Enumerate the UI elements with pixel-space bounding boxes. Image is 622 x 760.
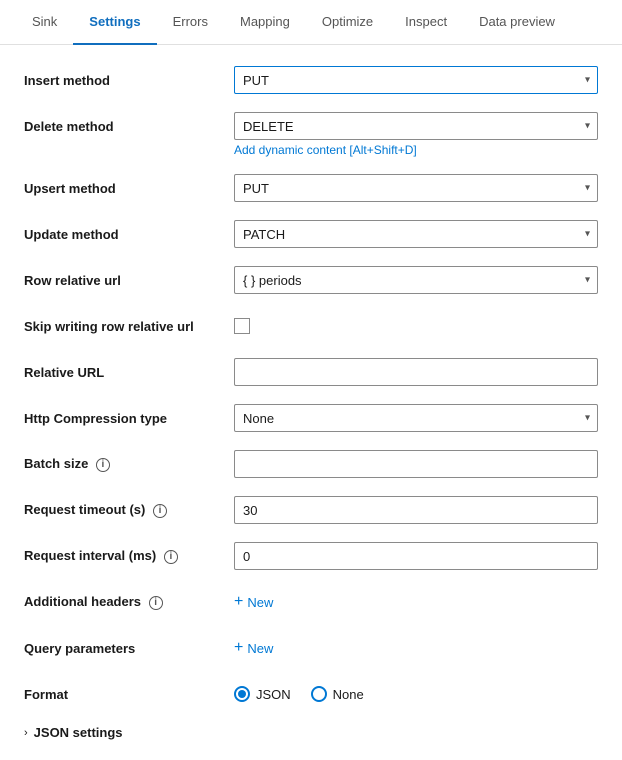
dynamic-content-link-container: Add dynamic content [Alt+Shift+D] xyxy=(24,143,598,157)
query-parameters-control: + New xyxy=(234,640,598,656)
request-interval-label: Request interval (ms) i xyxy=(24,548,234,564)
update-method-label: Update method xyxy=(24,227,234,242)
request-timeout-info-icon[interactable]: i xyxy=(153,504,167,518)
settings-content: Insert method PUT POST PATCH DELETE ▾ De… xyxy=(0,45,622,760)
format-json-radio[interactable] xyxy=(234,686,250,702)
request-timeout-input[interactable] xyxy=(234,496,598,524)
format-none-label: None xyxy=(333,687,364,702)
http-compression-control: None GZip Deflate ▾ xyxy=(234,404,598,432)
request-timeout-label: Request timeout (s) i xyxy=(24,502,234,518)
http-compression-label: Http Compression type xyxy=(24,411,234,426)
row-relative-url-label: Row relative url xyxy=(24,273,234,288)
format-none-option[interactable]: None xyxy=(311,686,364,702)
tab-errors[interactable]: Errors xyxy=(157,0,224,45)
skip-writing-control xyxy=(234,318,598,335)
tab-sink[interactable]: Sink xyxy=(16,0,73,45)
additional-headers-info-icon[interactable]: i xyxy=(149,596,163,610)
batch-size-input[interactable] xyxy=(234,450,598,478)
delete-method-control: DELETE PUT POST PATCH ▾ xyxy=(234,112,598,140)
http-compression-select[interactable]: None GZip Deflate xyxy=(234,404,598,432)
insert-method-control: PUT POST PATCH DELETE ▾ xyxy=(234,66,598,94)
skip-writing-label: Skip writing row relative url xyxy=(24,319,234,334)
format-radio-group: JSON None xyxy=(234,686,598,702)
query-parameters-label: Query parameters xyxy=(24,641,234,656)
json-settings-accordion[interactable]: › JSON settings xyxy=(24,725,598,740)
batch-size-label: Batch size i xyxy=(24,456,234,472)
row-relative-url-select-wrapper: { } periods None Custom ▾ xyxy=(234,266,598,294)
relative-url-row: Relative URL xyxy=(24,357,598,387)
json-settings-label: JSON settings xyxy=(34,725,123,740)
skip-writing-row: Skip writing row relative url xyxy=(24,311,598,341)
request-interval-row: Request interval (ms) i xyxy=(24,541,598,571)
upsert-method-select[interactable]: PUT POST PATCH DELETE xyxy=(234,174,598,202)
query-parameters-row: Query parameters + New xyxy=(24,633,598,663)
delete-method-row: Delete method DELETE PUT POST PATCH ▾ Ad… xyxy=(24,111,598,157)
additional-headers-row: Additional headers i + New xyxy=(24,587,598,617)
insert-method-select[interactable]: PUT POST PATCH DELETE xyxy=(234,66,598,94)
query-parameters-plus-icon: + xyxy=(234,640,243,656)
delete-method-select[interactable]: DELETE PUT POST PATCH xyxy=(234,112,598,140)
http-compression-select-wrapper: None GZip Deflate ▾ xyxy=(234,404,598,432)
query-parameters-add-button[interactable]: + New xyxy=(234,640,273,656)
delete-method-select-wrapper: DELETE PUT POST PATCH ▾ xyxy=(234,112,598,140)
tab-optimize[interactable]: Optimize xyxy=(306,0,389,45)
upsert-method-label: Upsert method xyxy=(24,181,234,196)
additional-headers-plus-icon: + xyxy=(234,594,243,610)
row-relative-url-control: { } periods None Custom ▾ xyxy=(234,266,598,294)
additional-headers-control: + New xyxy=(234,594,598,610)
upsert-method-select-wrapper: PUT POST PATCH DELETE ▾ xyxy=(234,174,598,202)
relative-url-control xyxy=(234,358,598,386)
format-row: Format JSON None xyxy=(24,679,598,709)
row-relative-url-row: Row relative url { } periods None Custom… xyxy=(24,265,598,295)
relative-url-input[interactable] xyxy=(234,358,598,386)
request-timeout-control xyxy=(234,496,598,524)
relative-url-label: Relative URL xyxy=(24,365,234,380)
format-none-radio[interactable] xyxy=(311,686,327,702)
delete-method-field-row: Delete method DELETE PUT POST PATCH ▾ xyxy=(24,111,598,141)
tab-settings[interactable]: Settings xyxy=(73,0,156,45)
insert-method-label: Insert method xyxy=(24,73,234,88)
row-relative-url-select[interactable]: { } periods None Custom xyxy=(234,266,598,294)
format-json-option[interactable]: JSON xyxy=(234,686,291,702)
upsert-method-control: PUT POST PATCH DELETE ▾ xyxy=(234,174,598,202)
request-interval-control xyxy=(234,542,598,570)
dynamic-content-link[interactable]: Add dynamic content [Alt+Shift+D] xyxy=(234,143,598,157)
insert-method-row: Insert method PUT POST PATCH DELETE ▾ xyxy=(24,65,598,95)
upsert-method-row: Upsert method PUT POST PATCH DELETE ▾ xyxy=(24,173,598,203)
insert-method-select-wrapper: PUT POST PATCH DELETE ▾ xyxy=(234,66,598,94)
request-interval-info-icon[interactable]: i xyxy=(164,550,178,564)
batch-size-info-icon[interactable]: i xyxy=(96,458,110,472)
tab-inspect[interactable]: Inspect xyxy=(389,0,463,45)
format-json-label: JSON xyxy=(256,687,291,702)
tab-mapping[interactable]: Mapping xyxy=(224,0,306,45)
request-timeout-row: Request timeout (s) i xyxy=(24,495,598,525)
update-method-row: Update method PATCH PUT POST DELETE ▾ xyxy=(24,219,598,249)
additional-headers-label: Additional headers i xyxy=(24,594,234,610)
update-method-control: PATCH PUT POST DELETE ▾ xyxy=(234,220,598,248)
skip-writing-checkbox[interactable] xyxy=(234,318,250,334)
delete-method-label: Delete method xyxy=(24,119,234,134)
json-settings-arrow-icon: › xyxy=(24,727,28,739)
tab-data-preview[interactable]: Data preview xyxy=(463,0,571,45)
update-method-select[interactable]: PATCH PUT POST DELETE xyxy=(234,220,598,248)
format-label: Format xyxy=(24,687,234,702)
http-compression-row: Http Compression type None GZip Deflate … xyxy=(24,403,598,433)
batch-size-row: Batch size i xyxy=(24,449,598,479)
update-method-select-wrapper: PATCH PUT POST DELETE ▾ xyxy=(234,220,598,248)
batch-size-control xyxy=(234,450,598,478)
additional-headers-add-button[interactable]: + New xyxy=(234,594,273,610)
format-control: JSON None xyxy=(234,686,598,702)
request-interval-input[interactable] xyxy=(234,542,598,570)
tab-bar: Sink Settings Errors Mapping Optimize In… xyxy=(0,0,622,45)
